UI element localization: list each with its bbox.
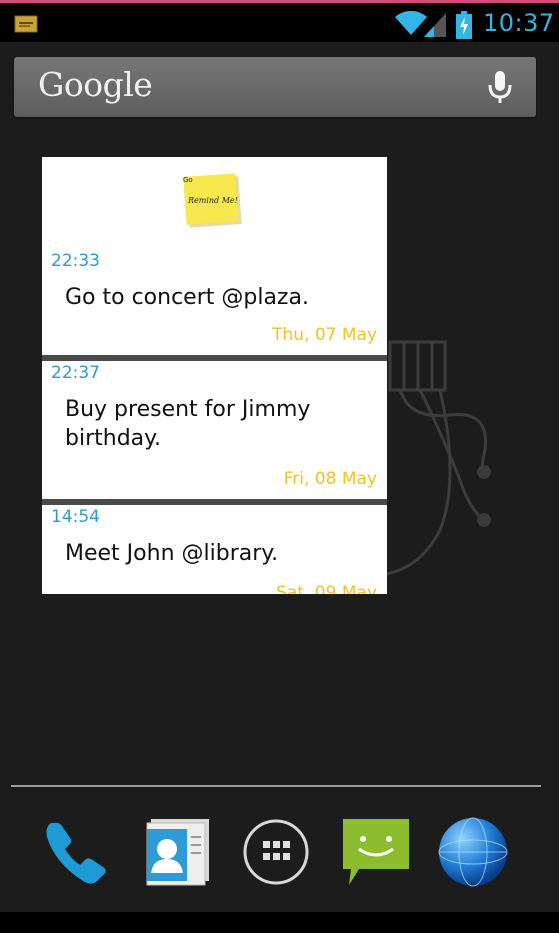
note-time: 22:37: [51, 363, 100, 383]
phone-icon[interactable]: [41, 815, 115, 889]
browser-icon[interactable]: [436, 815, 510, 889]
notification-icon: [14, 15, 38, 33]
mic-icon[interactable]: [484, 69, 516, 105]
wifi-icon: [395, 11, 427, 35]
all-apps-icon[interactable]: [239, 815, 313, 889]
note-text: Buy present for Jimmy birthday.: [65, 397, 311, 451]
note-time: 14:54: [51, 507, 100, 527]
note-card[interactable]: 22:33 Go to concert @plaza. Thu, 07 May: [42, 237, 387, 355]
note-text: Go to concert @plaza.: [65, 285, 309, 310]
contacts-icon[interactable]: [139, 815, 213, 889]
logo-small-label: Go: [183, 176, 193, 184]
note-text: Meet John @library.: [65, 541, 279, 566]
status-clock: 10:37: [483, 9, 555, 37]
wallpaper-graphic: [380, 340, 491, 577]
note-date: Thu, 07 May: [272, 325, 377, 345]
dock-divider: [11, 785, 541, 787]
remind-me-logo: Go Remind Me!: [183, 173, 242, 228]
note-card[interactable]: 22:37 Buy present for Jimmy birthday. Fr…: [42, 361, 387, 499]
note-date: Sat, 09 May: [276, 583, 377, 594]
note-card[interactable]: 14:54 Meet John @library. Sat, 09 May: [42, 505, 387, 594]
google-logo: Google: [38, 65, 153, 104]
logo-label: Remind Me!: [187, 196, 238, 205]
google-search-bar[interactable]: Google: [14, 57, 536, 117]
battery-charging-icon: [456, 11, 472, 39]
signal-icon: [424, 13, 446, 37]
messaging-icon[interactable]: [339, 815, 413, 889]
status-bar[interactable]: 10:37: [0, 3, 559, 42]
navigation-bar: [0, 912, 559, 933]
note-time: 22:33: [51, 251, 100, 271]
widget-header: Go Remind Me!: [42, 157, 387, 237]
note-date: Fri, 08 May: [283, 469, 377, 489]
reminder-widget[interactable]: Go Remind Me! 22:33 Go to concert @plaza…: [42, 157, 387, 594]
